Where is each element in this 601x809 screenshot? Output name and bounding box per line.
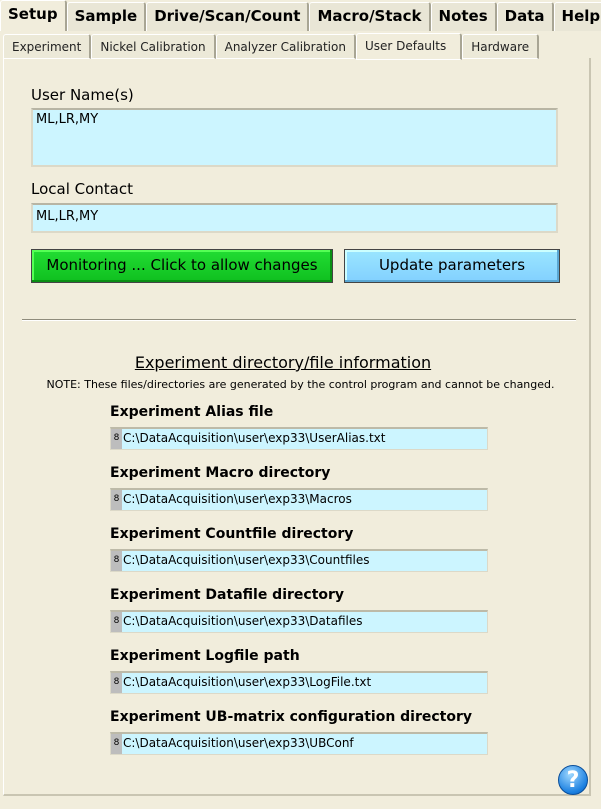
path-field: 8 C:\DataAcquisition\user\exp33\UserAlias… [110,427,488,450]
path-label: Experiment Datafile directory [110,587,345,603]
main-tabs: Setup Sample Drive/Scan/Count Macro/Stac… [0,0,601,31]
grip-icon: 8 [111,429,122,449]
tab-drive-scan-count[interactable]: Drive/Scan/Count [146,2,310,31]
subtab-experiment[interactable]: Experiment [3,34,92,59]
path-field: 8 C:\DataAcquisition\user\exp33\LogFile.t… [110,671,488,694]
section-title: Experiment directory/file information [134,353,432,372]
monitoring-toggle-button[interactable]: Monitoring ... Click to allow changes [31,249,333,283]
path-field: 8 C:\DataAcquisition\user\exp33\Datafiles [110,610,488,633]
path-value: C:\DataAcquisition\user\exp33\Macros [123,492,352,506]
grip-icon: 8 [111,612,122,632]
tab-sample[interactable]: Sample [66,2,147,31]
grip-icon: 8 [111,490,122,510]
grip-icon: 8 [111,551,122,571]
subtab-hardware[interactable]: Hardware [462,34,540,59]
path-label: Experiment UB-matrix configuration direc… [110,709,473,725]
path-label: Experiment Macro directory [110,465,331,481]
grip-icon: 8 [111,734,122,754]
tab-help[interactable]: Help [553,2,601,31]
path-value: C:\DataAcquisition\user\exp33\Countfiles [123,553,370,567]
path-value: C:\DataAcquisition\user\exp33\LogFile.tx… [123,675,372,689]
path-value: C:\DataAcquisition\user\exp33\UserAlias.… [123,431,386,445]
path-field: 8 C:\DataAcquisition\user\exp33\UBConf [110,732,488,755]
path-field: 8 C:\DataAcquisition\user\exp33\Countfile… [110,549,488,572]
user-names-label: User Name(s) [31,86,134,104]
path-label: Experiment Alias file [110,404,274,420]
user-names-field[interactable]: ML,LR,MY [31,108,558,167]
update-parameters-button[interactable]: Update parameters [344,249,560,283]
grip-icon: 8 [111,673,122,693]
tab-macro-stack[interactable]: Macro/Stack [309,2,431,31]
local-contact-field[interactable]: ML,LR,MY [31,203,558,233]
tab-notes[interactable]: Notes [430,2,497,31]
path-label: Experiment Countfile directory [110,526,354,542]
tab-setup[interactable]: Setup [0,0,67,31]
path-value: C:\DataAcquisition\user\exp33\UBConf [123,736,354,750]
tab-data[interactable]: Data [496,2,554,31]
subtab-analyzer-calibration[interactable]: Analyzer Calibration [215,34,356,59]
sub-tabs: Experiment Nickel Calibration Analyzer C… [3,33,540,60]
local-contact-label: Local Contact [31,180,134,198]
help-icon[interactable]: ? [558,765,588,795]
path-label: Experiment Logfile path [110,648,300,664]
subtab-user-defaults[interactable]: User Defaults [355,33,463,60]
subtab-nickel-calibration[interactable]: Nickel Calibration [91,34,216,59]
section-note: NOTE: These files/directories are genera… [46,378,555,391]
path-field: 8 C:\DataAcquisition\user\exp33\Macros [110,488,488,511]
divider [22,319,576,321]
path-value: C:\DataAcquisition\user\exp33\Datafiles [123,614,363,628]
